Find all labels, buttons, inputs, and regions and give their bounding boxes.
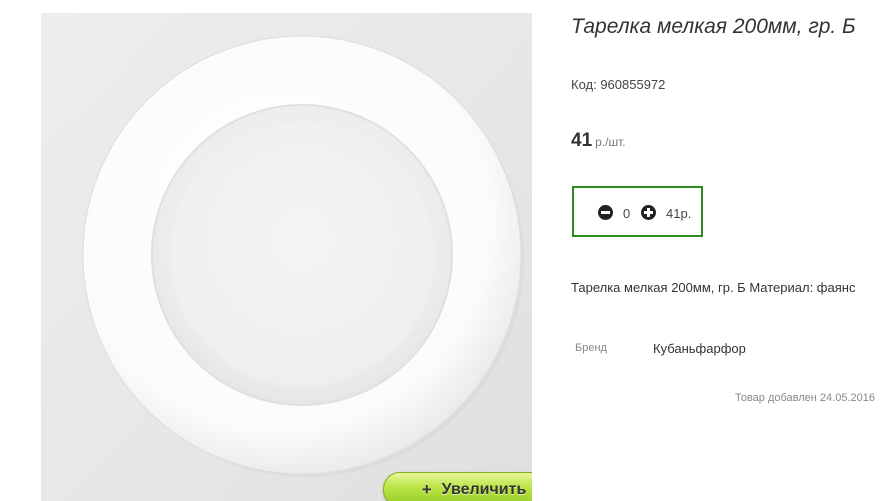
product-photo[interactable]: + Увеличить [41,13,532,501]
product-title: Тарелка мелкая 200мм, гр. Б [571,15,856,38]
product-price: 41 р./шт. [571,130,626,152]
product-description: Тарелка мелкая 200мм, гр. Б Материал: фа… [571,280,856,295]
zoom-button[interactable]: + Увеличить [383,472,532,501]
plate-image [82,35,524,477]
product-code: Код: 960855972 [571,77,666,92]
price-unit: р./шт. [595,135,626,149]
quantity-stepper: 0 41р. [572,186,703,237]
quantity-sum: 41р. [666,206,692,221]
brand-label: Бренд [575,342,607,354]
plus-icon: + [421,479,432,499]
brand-value: Кубаньфарфор [653,341,746,356]
quantity-value: 0 [623,206,631,221]
zoom-button-label: Увеличить [441,480,527,498]
price-value: 41 [571,130,593,151]
plus-circle-icon[interactable] [641,205,656,220]
minus-circle-icon[interactable] [598,205,613,220]
added-date: Товар добавлен 24.05.2016 [734,392,875,404]
